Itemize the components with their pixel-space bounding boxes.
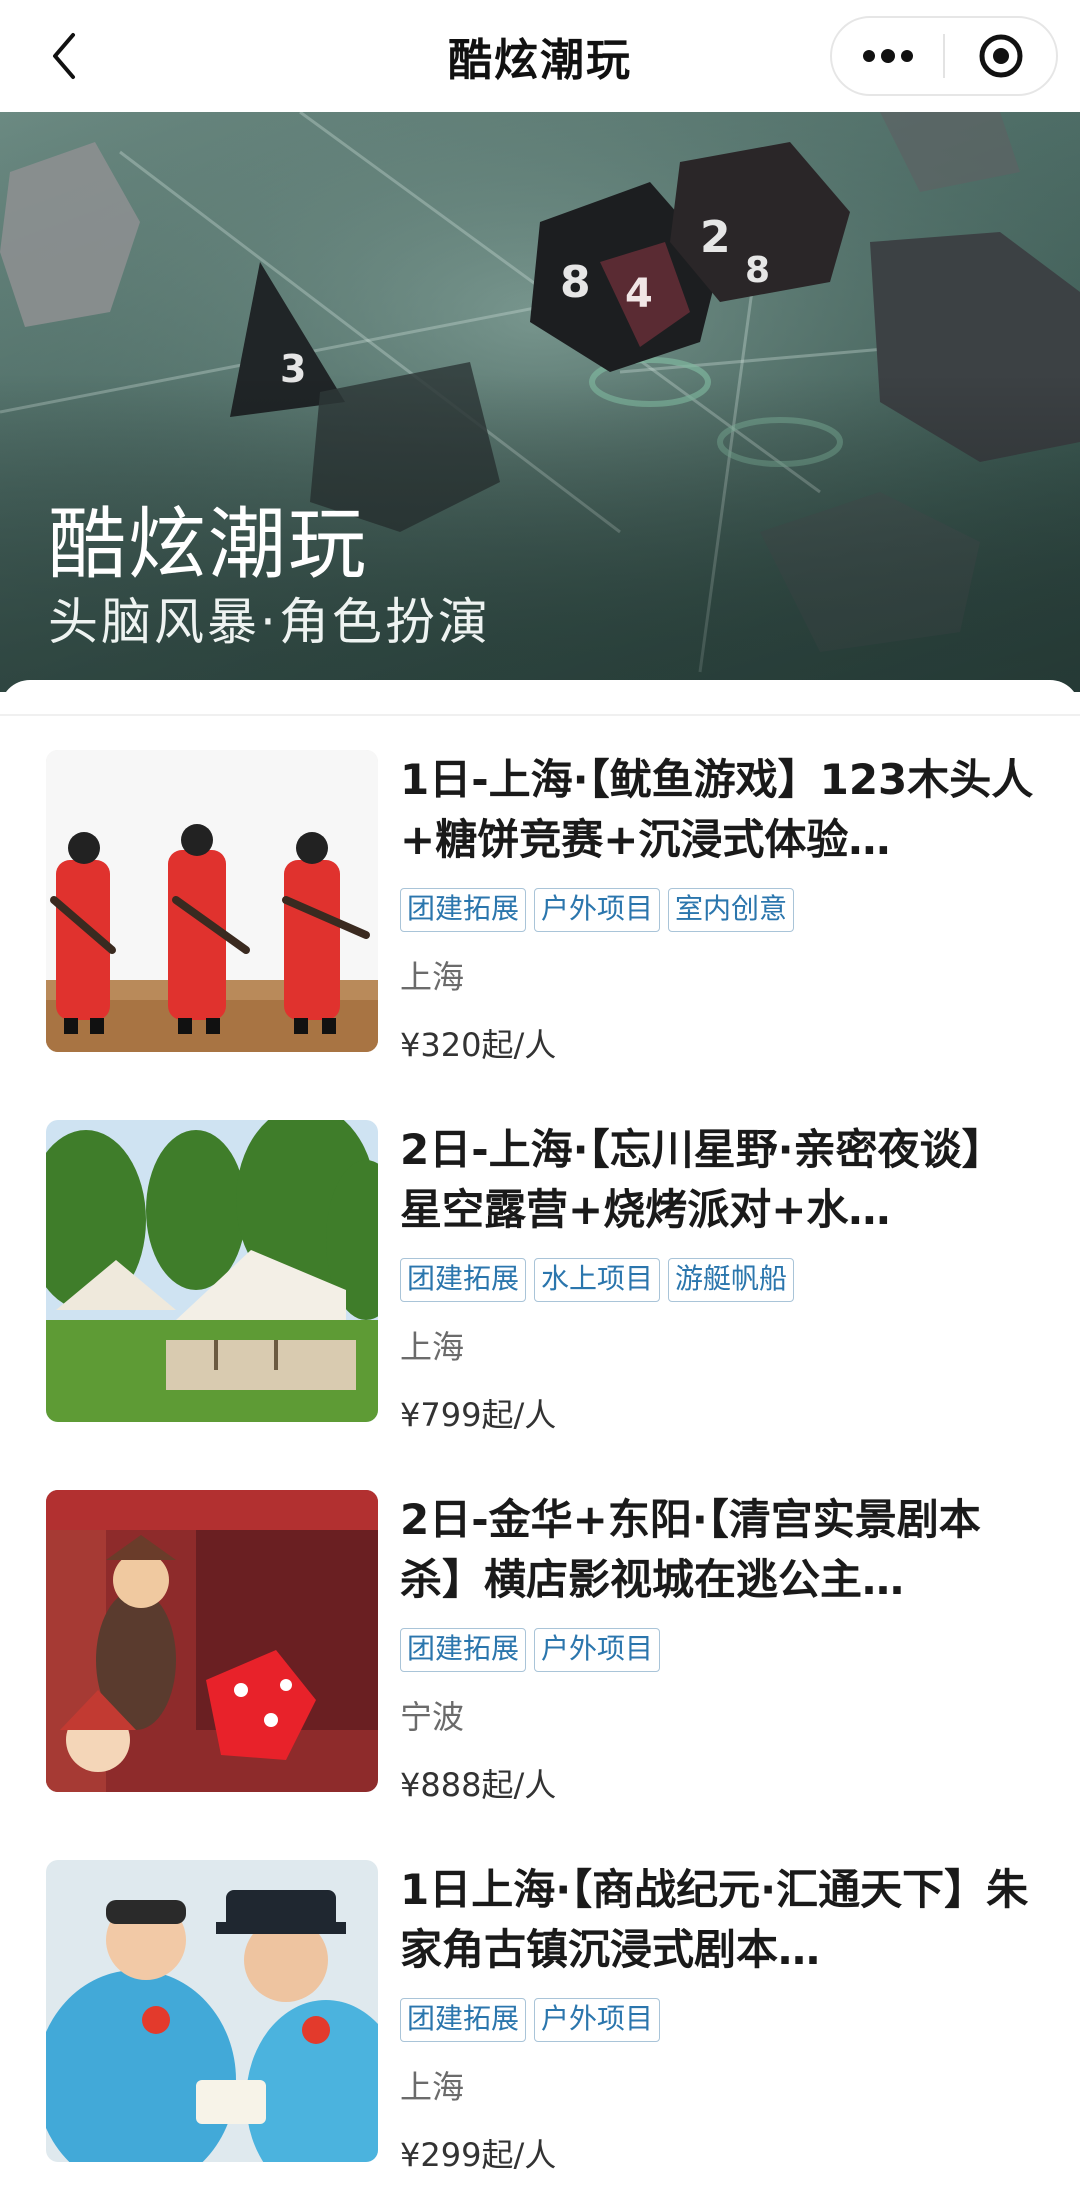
item-price: ¥888起/人: [400, 1766, 557, 1804]
product-thumbnail: [46, 1860, 378, 2162]
list-item[interactable]: 2日-金华+东阳·【清宫实景剧本杀】横店影视城在逃公主… 团建拓展 户外项目 宁…: [0, 1456, 1080, 1826]
product-thumbnail: [46, 1490, 378, 1792]
tag-list: 团建拓展 户外项目: [400, 1628, 1040, 1672]
item-title[interactable]: 1日-上海·【鱿鱼游戏】123木头人+糖饼竞赛+沉浸式体验…: [400, 750, 1040, 870]
list-item[interactable]: 1日上海·【商战纪元·汇通天下】朱家角古镇沉浸式剧本… 团建拓展 户外项目 上海…: [0, 1826, 1080, 2196]
hero-subtitle: 头脑风暴·角色扮演: [48, 593, 491, 651]
tag: 户外项目: [534, 1628, 661, 1672]
qing-palace-image: [46, 1490, 378, 1792]
tag: 游艇帆船: [668, 1258, 795, 1302]
nav-bar: 酷炫潮玩: [0, 0, 1080, 112]
item-price: ¥299起/人: [400, 2136, 557, 2174]
item-price: ¥320起/人: [400, 1026, 557, 1064]
hero-banner: 8 4 2 8 3 酷炫潮玩 头脑风暴·角色扮演: [0, 112, 1080, 692]
tag: 团建拓展: [400, 1628, 527, 1672]
item-location: 宁波: [400, 1698, 465, 1736]
chevron-left-icon: [53, 33, 75, 79]
page-title: 酷炫潮玩: [448, 35, 632, 86]
item-info: 2日-上海·【忘川星野·亲密夜谈】星空露营+烧烤派对+水… 团建拓展 水上项目 …: [400, 1120, 1040, 1436]
tag-list: 团建拓展 户外项目: [400, 1998, 1040, 2042]
close-miniprogram-button[interactable]: [945, 18, 1056, 94]
tag-list: 团建拓展 水上项目 游艇帆船: [400, 1258, 1040, 1302]
tag: 室内创意: [668, 888, 795, 932]
item-info: 1日-上海·【鱿鱼游戏】123木头人+糖饼竞赛+沉浸式体验… 团建拓展 户外项目…: [400, 750, 1040, 1066]
product-thumbnail: [46, 750, 378, 1052]
tag: 水上项目: [534, 1258, 661, 1302]
more-dots-icon: [862, 49, 913, 63]
product-thumbnail: [46, 1120, 378, 1422]
tag: 团建拓展: [400, 888, 527, 932]
tag: 户外项目: [534, 1998, 661, 2042]
item-info: 1日上海·【商战纪元·汇通天下】朱家角古镇沉浸式剧本… 团建拓展 户外项目 上海…: [400, 1860, 1040, 2176]
list-item[interactable]: 2日-上海·【忘川星野·亲密夜谈】星空露营+烧烤派对+水… 团建拓展 水上项目 …: [0, 1086, 1080, 1456]
miniprogram-capsule: [830, 16, 1058, 96]
item-location: 上海: [400, 958, 465, 996]
item-info: 2日-金华+东阳·【清宫实景剧本杀】横店影视城在逃公主… 团建拓展 户外项目 宁…: [400, 1490, 1040, 1806]
tag: 团建拓展: [400, 1258, 527, 1302]
tag: 户外项目: [534, 888, 661, 932]
item-title[interactable]: 2日-上海·【忘川星野·亲密夜谈】星空露营+烧烤派对+水…: [400, 1120, 1040, 1240]
squid-game-image: [46, 750, 378, 1052]
tag-list: 团建拓展 户外项目 室内创意: [400, 888, 1040, 932]
merchant-game-image: [46, 1860, 378, 2162]
hero-title: 酷炫潮玩: [48, 500, 369, 590]
more-button[interactable]: [832, 18, 943, 94]
tag: 团建拓展: [400, 1998, 527, 2042]
item-location: 上海: [400, 2068, 465, 2106]
item-title[interactable]: 1日上海·【商战纪元·汇通天下】朱家角古镇沉浸式剧本…: [400, 1860, 1040, 1980]
camping-image: [46, 1120, 378, 1422]
back-button[interactable]: [34, 26, 94, 86]
item-location: 上海: [400, 1328, 465, 1366]
list-item[interactable]: 1日-上海·【鱿鱼游戏】123木头人+糖饼竞赛+沉浸式体验… 团建拓展 户外项目…: [0, 716, 1080, 1086]
target-icon: [979, 34, 1022, 78]
item-title[interactable]: 2日-金华+东阳·【清宫实景剧本杀】横店影视城在逃公主…: [400, 1490, 1040, 1610]
item-price: ¥799起/人: [400, 1396, 557, 1434]
